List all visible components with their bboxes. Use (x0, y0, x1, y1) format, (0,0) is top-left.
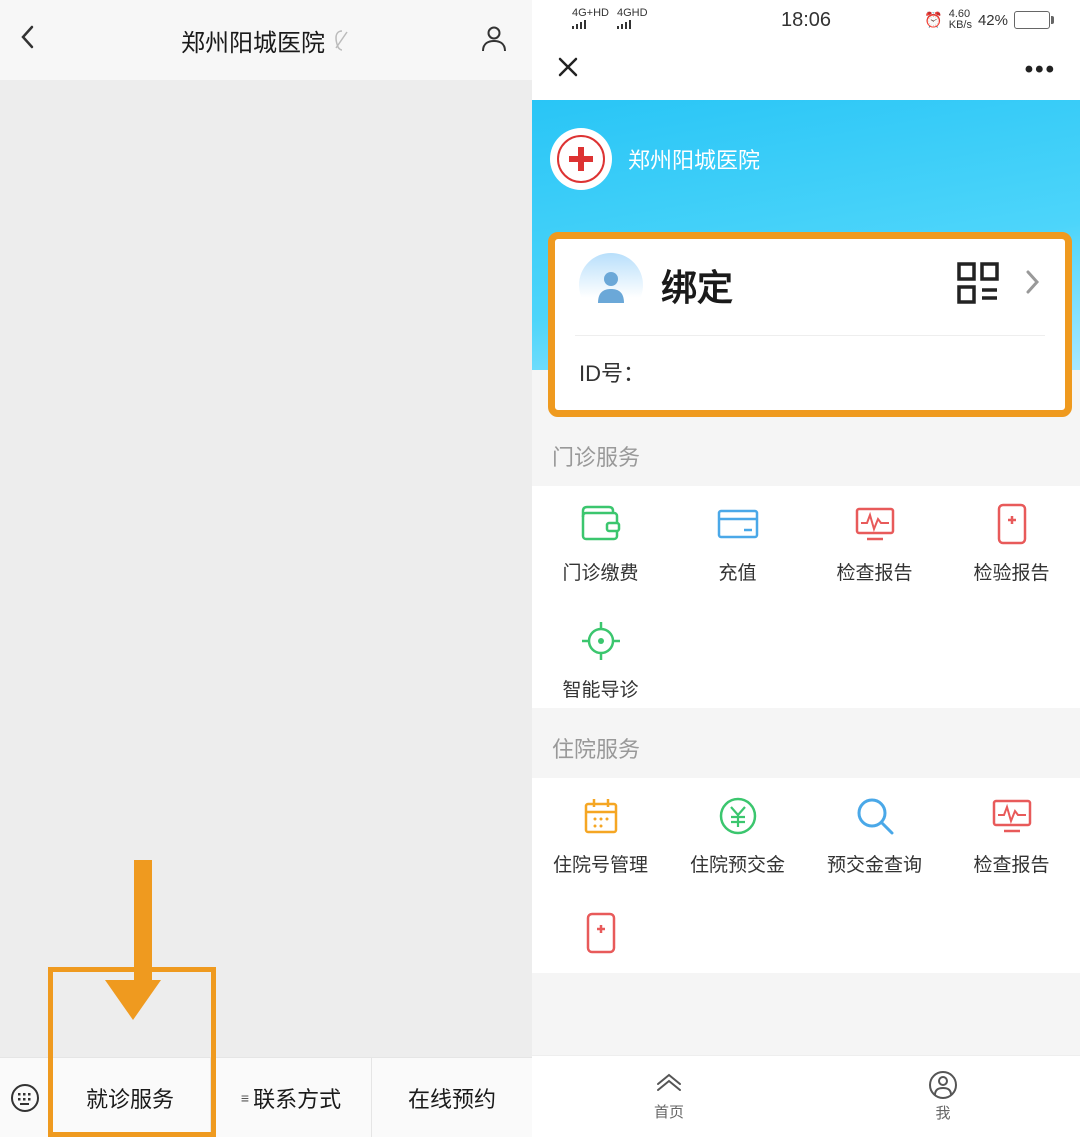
calendar-icon (579, 796, 623, 836)
nav-home[interactable]: 首页 (532, 1056, 806, 1137)
item-label: 智能导诊 (562, 675, 638, 702)
menu-medical-service[interactable]: 就诊服务 (50, 1058, 211, 1137)
nav-label: 首页 (654, 1101, 684, 1122)
page-title-text: 郑州阳城医院 (181, 23, 325, 58)
mute-icon (333, 29, 351, 51)
left-screen: 郑州阳城医院 就诊服务 ≡ 联系方式 在线预约 (0, 0, 532, 1137)
hero-banner: 郑州阳城医院 绑定 ID号： (532, 100, 1080, 370)
item-label: 充值 (718, 558, 756, 585)
item-smart-guide[interactable]: 智能导诊 (532, 621, 669, 702)
target-icon (579, 621, 623, 661)
monitor-icon (853, 504, 897, 544)
item-recharge[interactable]: 充值 (669, 504, 806, 585)
card-top-row: 绑定 (555, 239, 1065, 335)
signal-1: 4G+HD (572, 8, 609, 32)
left-header: 郑州阳城医院 (0, 0, 532, 80)
item-inpatient-number[interactable]: 住院号管理 (532, 796, 669, 877)
right-screen: 4G+HD 4GHD 18:06 ⏰ 4.60KB/s 42% ••• (532, 0, 1080, 1137)
menu-label: 在线预约 (408, 1082, 496, 1114)
menu-label: 就诊服务 (86, 1082, 174, 1114)
card-icon (716, 504, 760, 544)
section-inpatient-title: 住院服务 (532, 708, 1080, 778)
outpatient-grid: 门诊缴费 充值 检查报告 检验报告 智能导诊 (532, 486, 1080, 708)
hospital-name: 郑州阳城医院 (628, 143, 760, 175)
item-extra[interactable] (532, 913, 669, 967)
bottom-nav: 首页 我 (532, 1055, 1080, 1137)
bind-label: 绑定 (661, 259, 939, 311)
home-icon (654, 1071, 684, 1099)
close-icon[interactable] (556, 54, 580, 86)
menu-label: 联系方式 (253, 1082, 341, 1114)
nav-label: 我 (935, 1102, 950, 1123)
status-left: 4G+HD 4GHD 18:06 (572, 8, 648, 32)
item-label: 检验报告 (973, 558, 1049, 585)
qrcode-icon[interactable] (957, 262, 999, 309)
more-icon[interactable]: ••• (1025, 56, 1056, 84)
id-label: ID号： (555, 336, 1065, 410)
item-inpatient-deposit[interactable]: 住院预交金 (669, 796, 806, 877)
submenu-icon: ≡ (241, 1090, 249, 1106)
back-icon[interactable] (18, 23, 38, 58)
miniapp-header: ••• (532, 40, 1080, 100)
bottom-menu: 就诊服务 ≡ 联系方式 在线预约 (0, 1057, 532, 1137)
battery-icon (1014, 11, 1050, 29)
item-deposit-query[interactable]: 预交金查询 (806, 796, 943, 877)
item-label: 检查报告 (973, 850, 1049, 877)
item-exam-report[interactable]: 检查报告 (806, 504, 943, 585)
item-label: 住院预交金 (690, 850, 785, 877)
monitor-icon (990, 796, 1034, 836)
item-label: 住院号管理 (553, 850, 648, 877)
phone-plus-icon (579, 913, 623, 953)
inpatient-grid: 住院号管理 住院预交金 预交金查询 检查报告 (532, 778, 1080, 973)
alarm-icon: ⏰ (924, 11, 943, 29)
left-body (0, 80, 532, 1057)
menu-online-booking[interactable]: 在线预约 (372, 1058, 532, 1137)
menu-contact[interactable]: ≡ 联系方式 (211, 1058, 372, 1137)
profile-icon[interactable] (480, 24, 508, 57)
user-icon (928, 1070, 958, 1100)
yen-circle-icon (716, 796, 760, 836)
item-label: 预交金查询 (827, 850, 922, 877)
chevron-right-icon (1025, 268, 1041, 303)
signal-2: 4GHD (617, 8, 648, 32)
phone-plus-icon (990, 504, 1034, 544)
item-label: 门诊缴费 (562, 558, 638, 585)
search-icon (853, 796, 897, 836)
net-speed: 4.60KB/s (949, 9, 972, 31)
page-title: 郑州阳城医院 (181, 23, 351, 58)
status-right: ⏰ 4.60KB/s 42% (924, 9, 1050, 31)
hospital-row: 郑州阳城医院 (550, 128, 1062, 190)
hospital-logo (550, 128, 612, 190)
status-time: 18:06 (781, 10, 831, 30)
item-lab-report[interactable]: 检验报告 (943, 504, 1080, 585)
avatar-icon (579, 253, 643, 317)
battery-pct: 42% (978, 12, 1008, 29)
item-outpatient-payment[interactable]: 门诊缴费 (532, 504, 669, 585)
wallet-icon (579, 504, 623, 544)
keyboard-icon[interactable] (0, 1058, 50, 1137)
bind-card[interactable]: 绑定 ID号： (548, 232, 1072, 417)
nav-me[interactable]: 我 (806, 1056, 1080, 1137)
item-label: 检查报告 (836, 558, 912, 585)
status-bar: 4G+HD 4GHD 18:06 ⏰ 4.60KB/s 42% (532, 0, 1080, 40)
item-exam-report-2[interactable]: 检查报告 (943, 796, 1080, 877)
